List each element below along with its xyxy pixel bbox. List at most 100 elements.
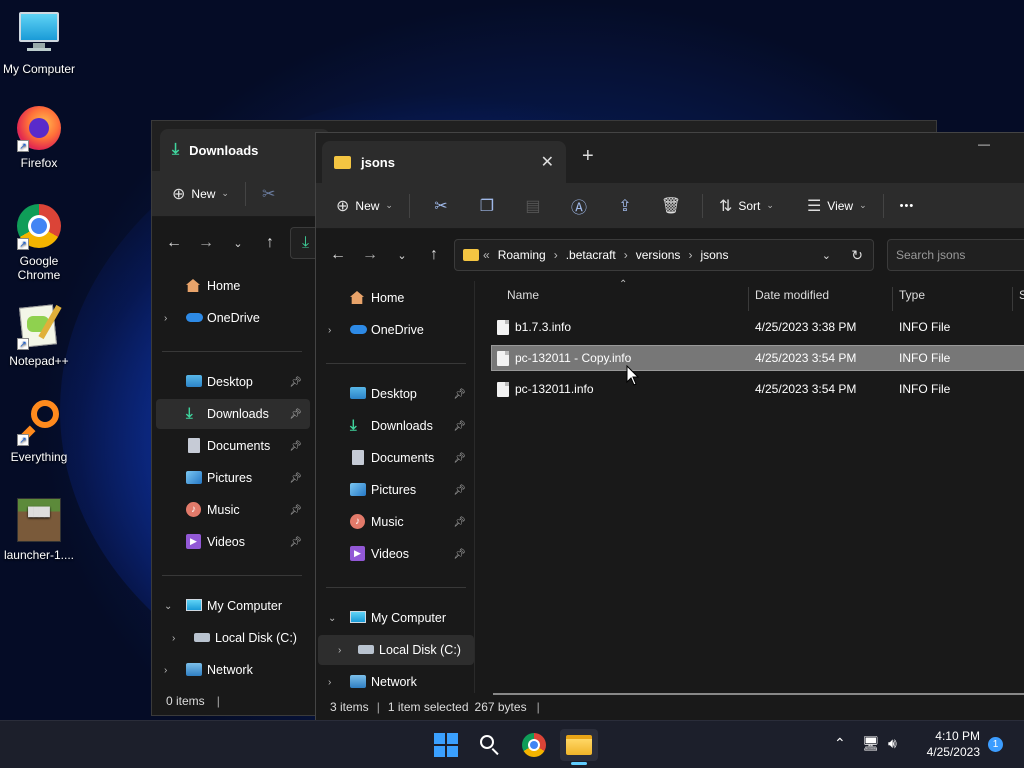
- sidebar-item-my-computer[interactable]: ⌄ My Computer: [316, 603, 474, 633]
- search-input[interactable]: Search jsons: [887, 239, 1024, 271]
- desktop-icon-google-chrome[interactable]: ↗ Google Chrome: [1, 202, 77, 282]
- rename-button[interactable]: Ⓐ: [556, 190, 602, 222]
- breadcrumb-roaming[interactable]: Roaming: [498, 248, 546, 262]
- refresh-icon[interactable]: ↻: [851, 247, 863, 264]
- delete-button[interactable]: 🗑︎: [648, 190, 694, 222]
- table-row[interactable]: pc-132011.info 4/25/2023 3:54 PM INFO Fi…: [491, 376, 1024, 402]
- share-button[interactable]: ⇪: [602, 190, 648, 222]
- pin-icon[interactable]: 📌︎: [289, 473, 302, 484]
- sort-button[interactable]: ⇅ Sort ⌄: [711, 190, 782, 222]
- item-count: 0 items: [166, 694, 205, 708]
- pin-icon[interactable]: 📌︎: [289, 505, 302, 516]
- pin-icon[interactable]: 📌︎: [453, 485, 466, 496]
- breadcrumb-betacraft[interactable]: .betacraft: [566, 248, 616, 262]
- breadcrumb-versions[interactable]: versions: [636, 248, 681, 262]
- column-separator[interactable]: [1012, 287, 1013, 311]
- sidebar-item-documents[interactable]: Documents 📌︎: [316, 443, 474, 473]
- tab-downloads[interactable]: ⤓ Downloads: [160, 129, 330, 171]
- sidebar-item-videos[interactable]: ▶ Videos 📌︎: [152, 527, 310, 557]
- address-dropdown-icon[interactable]: ⌄: [822, 249, 831, 262]
- sidebar-item-music[interactable]: ♪ Music 📌︎: [316, 507, 474, 537]
- close-tab-icon[interactable]: ✕: [541, 152, 554, 172]
- breadcrumb-separator-icon[interactable]: ›: [624, 248, 628, 262]
- up-button[interactable]: ↑: [418, 240, 450, 270]
- overflow-chevron-icon[interactable]: «: [483, 248, 490, 262]
- sidebar-item-my-computer[interactable]: ⌄ My Computer: [152, 591, 310, 621]
- jsons-window[interactable]: jsons ✕ + — ⊕ New ⌄ ✂ ❐ ▤ Ⓐ ⇪ 🗑︎ ⇅ Sort …: [315, 132, 1024, 722]
- sidebar-item-home[interactable]: Home: [316, 283, 474, 313]
- pin-icon[interactable]: 📌︎: [453, 389, 466, 400]
- sidebar-item-home[interactable]: Home: [152, 271, 310, 301]
- column-header-type[interactable]: Type: [899, 281, 925, 309]
- show-hidden-icons-button[interactable]: ⌃: [834, 735, 846, 752]
- network-status-icon[interactable]: 🖥︎: [862, 735, 880, 752]
- column-header-name[interactable]: Name: [507, 281, 539, 309]
- sidebar-item-desktop[interactable]: Desktop 📌︎: [316, 379, 474, 409]
- file-date: 4/25/2023 3:38 PM: [755, 320, 857, 334]
- breadcrumb-separator-icon[interactable]: ›: [688, 248, 692, 262]
- sidebar-item-music[interactable]: ♪ Music 📌︎: [152, 495, 310, 525]
- back-button[interactable]: ←: [158, 228, 190, 258]
- sidebar-item-network[interactable]: › Network: [152, 655, 310, 685]
- forward-button[interactable]: →: [354, 240, 386, 270]
- sidebar-item-local-disk[interactable]: › Local Disk (C:): [152, 623, 310, 653]
- paste-button[interactable]: ▤: [510, 190, 556, 222]
- table-row[interactable]: b1.7.3.info 4/25/2023 3:38 PM INFO File: [491, 314, 1024, 340]
- start-button[interactable]: [430, 729, 462, 761]
- sidebar-item-desktop[interactable]: Desktop 📌︎: [152, 367, 310, 397]
- column-separator[interactable]: [748, 287, 749, 311]
- cut-button[interactable]: ✂: [418, 190, 464, 222]
- tab-jsons[interactable]: jsons ✕: [322, 141, 566, 183]
- taskbar-chrome[interactable]: [518, 729, 550, 761]
- sidebar-item-videos[interactable]: ▶ Videos 📌︎: [316, 539, 474, 569]
- volume-icon[interactable]: 🔊︎: [888, 735, 897, 752]
- view-button[interactable]: ☰ View ⌄: [799, 190, 875, 222]
- address-bar[interactable]: « Roaming › .betacraft › versions › json…: [454, 239, 874, 271]
- minimize-button[interactable]: —: [978, 137, 990, 151]
- pin-icon[interactable]: 📌︎: [453, 517, 466, 528]
- pin-icon[interactable]: 📌︎: [289, 537, 302, 548]
- column-separator[interactable]: [892, 287, 893, 311]
- pin-icon[interactable]: 📌︎: [289, 377, 302, 388]
- breadcrumb-separator-icon[interactable]: ›: [554, 248, 558, 262]
- sidebar-item-downloads[interactable]: ⤓ Downloads 📌︎: [156, 399, 310, 429]
- see-more-button[interactable]: •••: [892, 190, 923, 222]
- recent-locations-button[interactable]: ⌄: [222, 228, 254, 258]
- copy-button[interactable]: ❐: [464, 190, 510, 222]
- pin-icon[interactable]: 📌︎: [289, 441, 302, 452]
- desktop-icon-firefox[interactable]: ↗ Firefox: [1, 104, 77, 170]
- monitor-icon: [186, 599, 202, 611]
- pin-icon[interactable]: 📌︎: [453, 549, 466, 560]
- sidebar-item-onedrive[interactable]: › OneDrive: [152, 303, 310, 333]
- pin-icon[interactable]: 📌︎: [289, 409, 302, 420]
- desktop-icon-launcher[interactable]: ████ launcher-1....: [1, 496, 77, 562]
- back-button[interactable]: ←: [322, 240, 354, 270]
- clock[interactable]: 4:10 PM 4/25/2023: [918, 728, 980, 760]
- breadcrumb-jsons[interactable]: jsons: [700, 248, 728, 262]
- title-bar[interactable]: jsons ✕ + —: [316, 133, 1024, 183]
- table-row-selected[interactable]: pc-132011 - Copy.info 4/25/2023 3:54 PM …: [491, 345, 1024, 371]
- pin-icon[interactable]: 📌︎: [453, 421, 466, 432]
- desktop-icon-my-computer[interactable]: My Computer: [1, 10, 77, 76]
- desktop-icon-notepad-plus-plus[interactable]: ↗ Notepad++: [1, 302, 77, 368]
- up-button[interactable]: ↑: [254, 228, 286, 258]
- sidebar-item-downloads[interactable]: ⤓ Downloads 📌︎: [316, 411, 474, 441]
- notification-badge[interactable]: 1: [988, 737, 1003, 752]
- new-button[interactable]: ⊕ New ⌄: [328, 190, 401, 222]
- desktop-icon-everything[interactable]: ↗ Everything: [1, 398, 77, 464]
- new-button[interactable]: ⊕ New ⌄: [164, 178, 237, 210]
- column-header-size[interactable]: S: [1019, 281, 1024, 309]
- search-button[interactable]: [474, 729, 506, 761]
- sidebar-item-pictures[interactable]: Pictures 📌︎: [316, 475, 474, 505]
- sidebar-item-documents[interactable]: Documents 📌︎: [152, 431, 310, 461]
- forward-button[interactable]: →: [190, 228, 222, 258]
- column-header-date[interactable]: Date modified: [755, 281, 829, 309]
- cut-button[interactable]: ✂: [254, 178, 289, 210]
- new-tab-button[interactable]: +: [582, 145, 594, 168]
- pin-icon[interactable]: 📌︎: [453, 453, 466, 464]
- sidebar-item-local-disk[interactable]: › Local Disk (C:): [318, 635, 474, 665]
- sidebar-item-pictures[interactable]: Pictures 📌︎: [152, 463, 310, 493]
- sidebar-item-onedrive[interactable]: › OneDrive: [316, 315, 474, 345]
- recent-locations-button[interactable]: ⌄: [386, 240, 418, 270]
- taskbar-file-explorer[interactable]: [560, 729, 598, 765]
